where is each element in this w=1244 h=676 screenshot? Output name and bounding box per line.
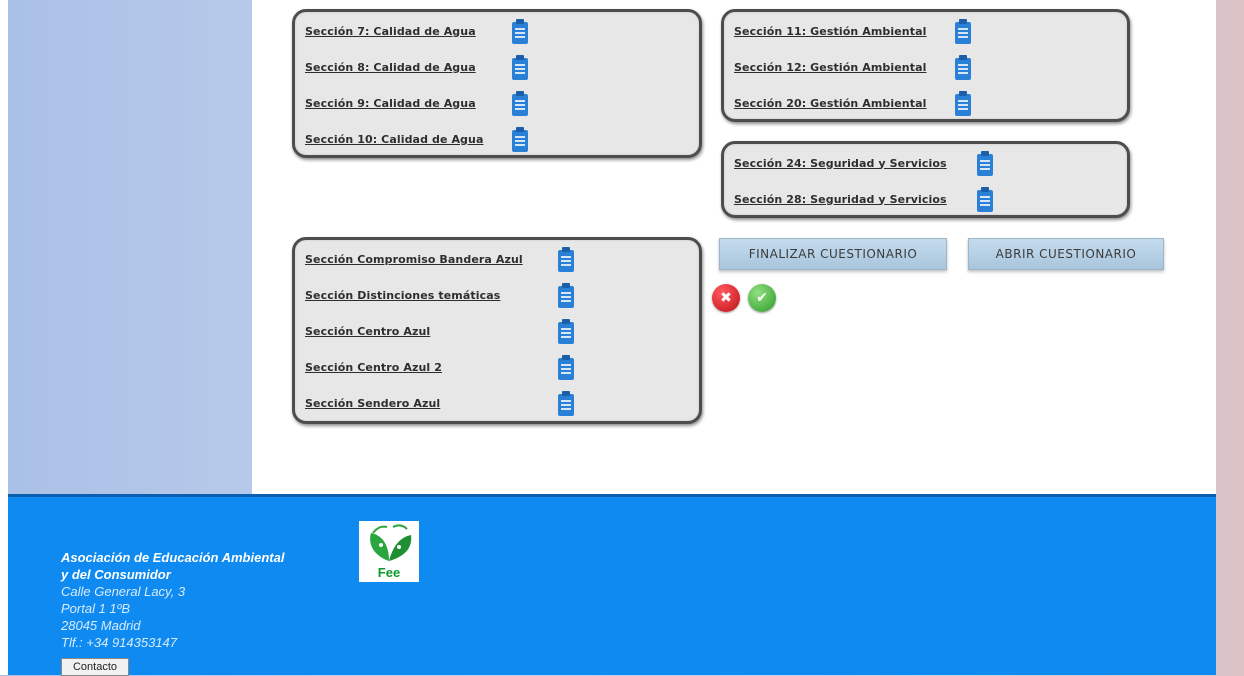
left-edge <box>0 0 8 675</box>
check-icon: ✔ <box>756 290 768 306</box>
close-icon: ✖ <box>720 290 732 306</box>
panel-calidad-agua: Sección 7: Calidad de Agua Sección 8: Ca… <box>292 9 702 158</box>
clipboard-icon[interactable] <box>556 354 576 382</box>
panel-seguridad-servicios: Sección 24: Seguridad y Servicios Secció… <box>721 141 1130 218</box>
seccion-24-link[interactable]: Sección 24: Seguridad y Servicios <box>734 157 947 170</box>
seccion-28-link[interactable]: Sección 28: Seguridad y Servicios <box>734 193 947 206</box>
list-item: Sección 12: Gestión Ambiental <box>734 55 971 80</box>
clipboard-icon[interactable] <box>510 54 530 82</box>
panel-bandera-azul: Sección Compromiso Bandera Azul Sección … <box>292 237 702 424</box>
clipboard-icon[interactable] <box>556 246 576 274</box>
clipboard-icon[interactable] <box>556 282 576 310</box>
phone: Tlf.: +34 914353147 <box>61 635 178 650</box>
seccion-centro-azul-link[interactable]: Sección Centro Azul <box>305 325 430 338</box>
seccion-centro-azul-2-link[interactable]: Sección Centro Azul 2 <box>305 361 442 374</box>
clipboard-icon[interactable] <box>510 126 530 154</box>
list-item: Sección Centro Azul 2 <box>305 355 574 380</box>
list-item: Sección 7: Calidad de Agua <box>305 19 528 44</box>
abrir-cuestionario-button[interactable]: ABRIR CUESTIONARIO <box>968 238 1164 270</box>
seccion-sendero-azul-link[interactable]: Sección Sendero Azul <box>305 397 440 410</box>
main-content: Sección 7: Calidad de Agua Sección 8: Ca… <box>252 0 1216 494</box>
list-item: Sección Distinciones temáticas <box>305 283 574 308</box>
clipboard-icon[interactable] <box>556 390 576 418</box>
clipboard-icon[interactable] <box>975 186 995 214</box>
seccion-11-link[interactable]: Sección 11: Gestión Ambiental <box>734 25 927 38</box>
org-name-line1: Asociación de Educación Ambiental <box>61 550 285 565</box>
list-item: Sección Compromiso Bandera Azul <box>305 247 574 272</box>
list-item: Sección Centro Azul <box>305 319 574 344</box>
confirm-button[interactable]: ✔ <box>748 284 776 312</box>
list-item: Sección 20: Gestión Ambiental <box>734 91 971 116</box>
list-item: Sección 8: Calidad de Agua <box>305 55 528 80</box>
contacto-button[interactable]: Contacto <box>61 658 129 676</box>
logo-label: Fee <box>377 565 401 580</box>
list-item: Sección 24: Seguridad y Servicios <box>734 151 993 176</box>
fee-logo[interactable]: Fee <box>359 521 419 582</box>
cancel-button[interactable]: ✖ <box>712 284 740 312</box>
clipboard-icon[interactable] <box>510 90 530 118</box>
org-name-line2: y del Consumidor <box>61 567 171 582</box>
footer: Asociación de Educación Ambiental y del … <box>8 494 1216 676</box>
clipboard-icon[interactable] <box>556 318 576 346</box>
seccion-distinciones-link[interactable]: Sección Distinciones temáticas <box>305 289 500 302</box>
clipboard-icon[interactable] <box>975 150 995 178</box>
address-line2: Portal 1 1ºB <box>61 601 131 616</box>
clipboard-icon[interactable] <box>510 18 530 46</box>
seccion-10-link[interactable]: Sección 10: Calidad de Agua <box>305 133 484 146</box>
seccion-8-link[interactable]: Sección 8: Calidad de Agua <box>305 61 476 74</box>
clipboard-icon[interactable] <box>953 18 973 46</box>
address-line3: 28045 Madrid <box>61 618 141 633</box>
clipboard-icon[interactable] <box>953 54 973 82</box>
finalizar-cuestionario-button[interactable]: FINALIZAR CUESTIONARIO <box>719 238 947 270</box>
seccion-7-link[interactable]: Sección 7: Calidad de Agua <box>305 25 476 38</box>
clipboard-icon[interactable] <box>953 90 973 118</box>
list-item: Sección 9: Calidad de Agua <box>305 91 528 116</box>
list-item: Sección Sendero Azul <box>305 391 574 416</box>
list-item: Sección 10: Calidad de Agua <box>305 127 528 152</box>
list-item: Sección 11: Gestión Ambiental <box>734 19 971 44</box>
seccion-9-link[interactable]: Sección 9: Calidad de Agua <box>305 97 476 110</box>
seccion-12-link[interactable]: Sección 12: Gestión Ambiental <box>734 61 927 74</box>
panel-gestion-ambiental: Sección 11: Gestión Ambiental Sección 12… <box>721 9 1130 122</box>
seccion-compromiso-link[interactable]: Sección Compromiso Bandera Azul <box>305 253 523 266</box>
leaf-logo-icon <box>370 524 412 561</box>
list-item: Sección 28: Seguridad y Servicios <box>734 187 993 212</box>
address-line1: Calle General Lacy, 3 <box>61 584 186 599</box>
seccion-20-link[interactable]: Sección 20: Gestión Ambiental <box>734 97 927 110</box>
